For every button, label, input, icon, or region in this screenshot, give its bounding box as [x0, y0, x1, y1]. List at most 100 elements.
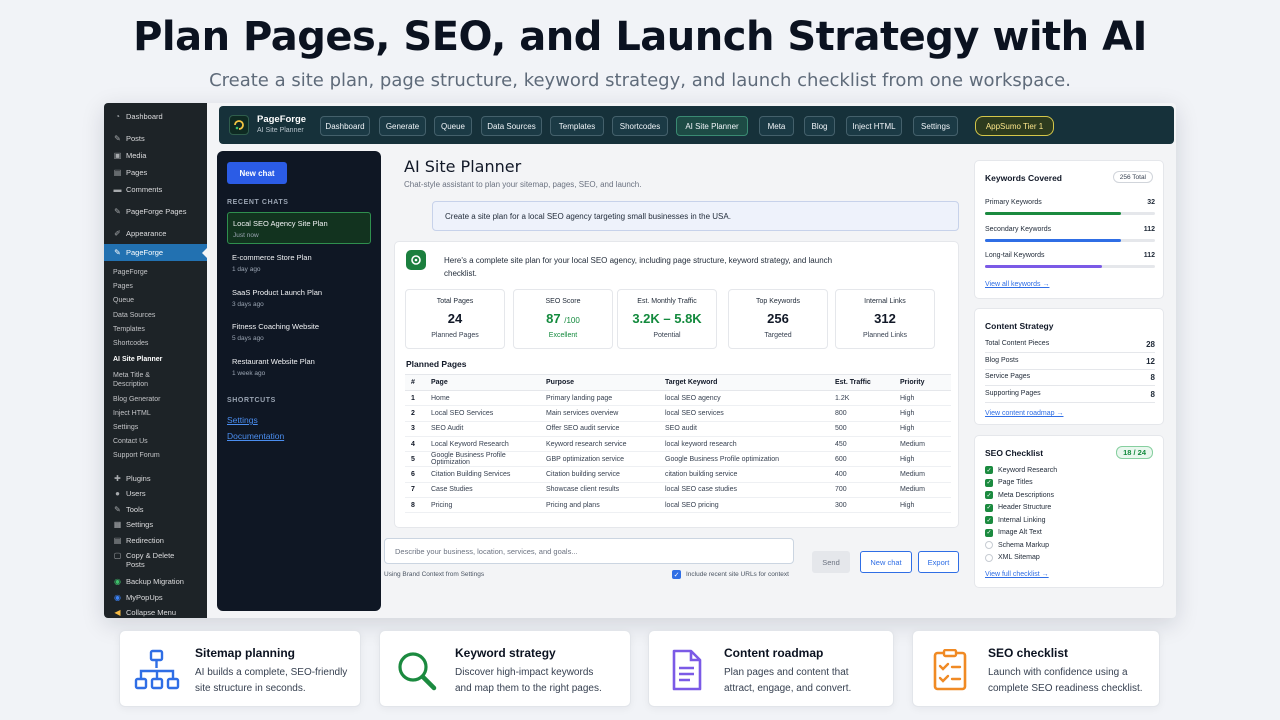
- checklist-item[interactable]: ✓ Image Alt Text: [985, 528, 1042, 537]
- checklist-item[interactable]: Schema Markup: [985, 541, 1049, 549]
- chat-item[interactable]: Local SEO Agency Site Plan Just now: [227, 212, 371, 244]
- checklist-item[interactable]: ✓ Internal Linking: [985, 516, 1045, 524]
- chat-item[interactable]: SaaS Product Launch Plan 3 days ago: [227, 282, 371, 314]
- checkmark-icon: ✓: [985, 491, 993, 499]
- nav-generate[interactable]: Generate: [379, 116, 426, 136]
- wp-sub-data-sources[interactable]: Data Sources: [104, 312, 207, 321]
- table-row: 6 Citation Building Services Citation buil…: [405, 466, 951, 483]
- nav-shortcodes[interactable]: Shortcodes: [612, 116, 668, 136]
- wp-sub-settings[interactable]: Settings: [104, 424, 207, 433]
- wp-sub-meta[interactable]: Meta Title & Description: [104, 372, 164, 389]
- planned-pages-title: Planned Pages: [406, 359, 467, 369]
- keyword-row: Secondary Keywords 112: [985, 226, 1155, 233]
- wp-sub-contact-us[interactable]: Contact Us: [104, 438, 207, 447]
- wp-menu-pageforge-pages[interactable]: ✎ PageForge Pages: [104, 204, 207, 219]
- new-chat-button-bottom[interactable]: New chat: [860, 551, 912, 573]
- wp-menu-mypopups[interactable]: ◉ MyPopUps: [104, 590, 207, 605]
- table-cell: Pricing and plans: [540, 497, 659, 514]
- copy-icon: ▢: [113, 551, 122, 560]
- new-chat-button[interactable]: New chat: [227, 162, 287, 184]
- wp-menu-redirection[interactable]: ▤ Redirection: [104, 533, 207, 548]
- wp-menu-dashboard[interactable]: ◔ Dashboard: [104, 109, 207, 124]
- table-cell: 300: [829, 497, 894, 514]
- stat-monthly-traffic: Est. Monthly Traffic 3.2K – 5.8K Potenti…: [617, 289, 717, 349]
- wp-menu-pageforge[interactable]: ✎ PageForge: [104, 244, 207, 261]
- chat-item[interactable]: Fitness Coaching Website 5 days ago: [227, 316, 371, 348]
- wp-sub-inject-html[interactable]: Inject HTML: [104, 410, 207, 419]
- wp-menu-plugins[interactable]: ✚ Plugins: [104, 471, 207, 486]
- nav-blog[interactable]: Blog: [804, 116, 835, 136]
- shortcut-settings-link[interactable]: Settings: [227, 415, 258, 425]
- checklist-item[interactable]: ✓ Meta Descriptions: [985, 491, 1054, 499]
- nav-queue[interactable]: Queue: [434, 116, 472, 136]
- wp-menu-posts[interactable]: ✎ Posts: [104, 131, 207, 146]
- shortcut-documentation-link[interactable]: Documentation: [227, 431, 284, 441]
- wp-sub-support-forum[interactable]: Support Forum: [104, 452, 207, 461]
- table-cell: 600: [829, 451, 894, 468]
- wp-sub-ai-site-planner[interactable]: AI Site Planner: [104, 356, 207, 365]
- feature-card-sitemap: Sitemap planning AI builds a complete, S…: [119, 630, 361, 707]
- column-header: Page: [425, 374, 540, 391]
- wp-menu-pages[interactable]: ▤ Pages: [104, 165, 207, 180]
- seo-checklist-card: SEO Checklist 18 / 24 ✓ Keyword Research ✓…: [974, 435, 1164, 588]
- export-button[interactable]: Export: [918, 551, 959, 573]
- view-all-keywords-link[interactable]: View all keywords →: [985, 281, 1049, 288]
- chat-input[interactable]: Describe your business, location, servic…: [384, 538, 794, 564]
- table-row: 1 Home Primary landing page local SEO agenc…: [405, 390, 951, 407]
- wp-sub-templates[interactable]: Templates: [104, 326, 207, 335]
- wp-menu-comments[interactable]: ▬ Comments: [104, 182, 207, 197]
- table-cell: 7: [405, 482, 425, 499]
- wp-menu-users[interactable]: ● Users: [104, 486, 207, 501]
- view-content-roadmap-link[interactable]: View content roadmap →: [985, 410, 1063, 417]
- nav-templates[interactable]: Templates: [550, 116, 604, 136]
- wp-sub-queue[interactable]: Queue: [104, 297, 207, 306]
- wp-menu-tools[interactable]: ✎ Tools: [104, 502, 207, 517]
- backup-icon: ◉: [114, 577, 121, 586]
- table-cell: Pricing: [425, 497, 540, 514]
- nav-dashboard[interactable]: Dashboard: [320, 116, 370, 136]
- checklist-item[interactable]: ✓ Keyword Research: [985, 466, 1057, 474]
- plug-icon: ✚: [114, 474, 121, 483]
- checklist-item[interactable]: XML Sitemap: [985, 553, 1040, 562]
- wp-menu-collapse[interactable]: ◀ Collapse Menu: [104, 605, 207, 618]
- include-urls-checkbox[interactable]: ✓ Include recent site URLs for context: [672, 570, 789, 579]
- checklist-item[interactable]: ✓ Header Structure: [985, 503, 1051, 512]
- send-button[interactable]: Send: [812, 551, 850, 573]
- wp-sub-shortcodes[interactable]: Shortcodes: [104, 340, 207, 349]
- nav-meta[interactable]: Meta: [759, 116, 794, 136]
- wp-menu-settings[interactable]: ▦ Settings: [104, 517, 207, 532]
- stat-internal-links: Internal Links 312 Planned Links: [835, 289, 935, 349]
- nav-settings[interactable]: Settings: [913, 116, 958, 136]
- pin-icon: ✎: [114, 248, 121, 257]
- pageforge-logo-icon: [229, 115, 249, 135]
- wp-menu-backup-migration[interactable]: ◉ Backup Migration: [104, 574, 207, 589]
- table-cell: High: [894, 421, 951, 437]
- wp-sub-pageforge[interactable]: PageForge: [104, 269, 207, 278]
- column-header: Est. Traffic: [829, 374, 894, 391]
- nav-inject-html[interactable]: Inject HTML: [846, 116, 902, 136]
- content-row: Blog Posts 12: [985, 357, 1155, 370]
- table-cell: Medium: [894, 436, 951, 453]
- chat-item[interactable]: E-commerce Store Plan 1 day ago: [227, 247, 371, 279]
- chat-item[interactable]: Restaurant Website Plan 1 week ago: [227, 351, 371, 383]
- page-subtitle: Chat-style assistant to plan your sitema…: [404, 180, 642, 189]
- feature-description: Plan pages and content that attract, enga…: [724, 667, 852, 694]
- wp-menu-media[interactable]: ▣ Media: [104, 148, 207, 163]
- wp-sub-blog-generator[interactable]: Blog Generator: [104, 396, 207, 405]
- brush-icon: ✐: [114, 229, 121, 238]
- table-cell: local SEO pricing: [659, 497, 829, 514]
- nav-data-sources[interactable]: Data Sources: [481, 116, 542, 136]
- wp-sub-pages[interactable]: Pages: [104, 283, 207, 292]
- table-cell: Primary landing page: [540, 390, 659, 407]
- wp-menu-copy-delete[interactable]: ▢ Copy & Delete Posts: [104, 549, 207, 571]
- tier-badge[interactable]: AppSumo Tier 1: [975, 116, 1054, 136]
- checklist-item[interactable]: ✓ Page Titles: [985, 478, 1033, 487]
- user-message: Create a site plan for a local SEO agenc…: [432, 201, 959, 231]
- nav-ai-site-planner[interactable]: AI Site Planner: [676, 116, 748, 136]
- feature-title: Content roadmap: [724, 646, 824, 660]
- wp-menu-appearance[interactable]: ✐ Appearance: [104, 226, 207, 241]
- shortcuts-label: SHORTCUTS: [227, 397, 276, 404]
- empty-circle-icon: [985, 553, 993, 562]
- feature-title: Sitemap planning: [195, 646, 296, 660]
- view-full-checklist-link[interactable]: View full checklist →: [985, 571, 1049, 578]
